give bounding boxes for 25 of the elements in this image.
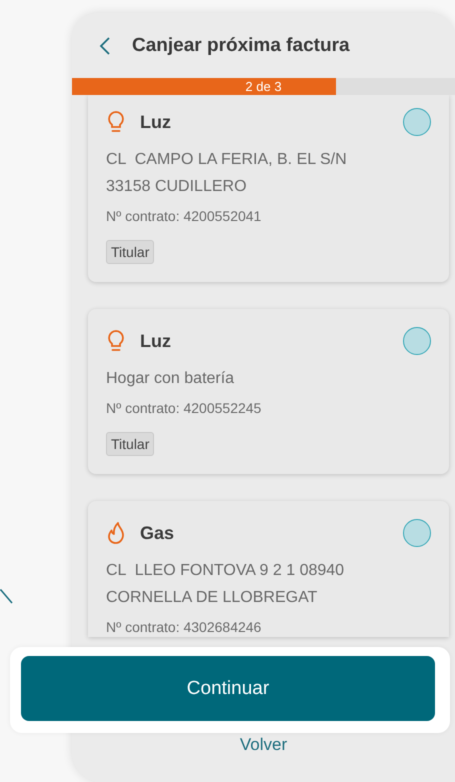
contract-number: Nº contrato: 4200552041 <box>106 207 262 226</box>
flame-icon <box>106 521 126 545</box>
lightbulb-icon <box>106 110 126 134</box>
address-text: CL LLEO FONTOVA 9 2 1 08940 CORNELLA DE LLOBREGAT <box>106 561 346 608</box>
back-link[interactable]: Volver <box>240 735 288 757</box>
holder-tag: Titular <box>106 432 154 456</box>
radio-button[interactable] <box>403 108 431 136</box>
continue-button[interactable]: Continuar <box>21 656 435 721</box>
address-text: Hogar con batería <box>106 369 236 389</box>
contract-card[interactable]: Gas CL LLEO FONTOVA 9 2 1 08940 CORNELLA DE LLOBREGAT Nº contrato: 4302684246 <box>88 501 449 637</box>
contract-number: Nº contrato: 4200552245 <box>106 399 262 418</box>
supply-title: Luz <box>140 112 172 132</box>
supply-title: Luz <box>140 330 172 352</box>
contract-number: Nº contrato: 4302684246 <box>106 618 262 637</box>
holder-tag: Titular <box>106 240 154 264</box>
diagonal-line <box>0 589 13 604</box>
lightbulb-icon <box>106 329 126 353</box>
radio-button[interactable] <box>403 519 431 547</box>
step-label: 2 de 3 <box>245 78 282 95</box>
supply-title: Gas <box>140 522 176 544</box>
address-text: CL CAMPO LA FERIA, B. EL S/N 33158 CUDILLERO <box>106 150 348 197</box>
screen-title: Canjear próxima factura <box>132 34 350 56</box>
contract-card[interactable]: Luz CL CAMPO LA FERIA, B. EL S/N 33158 CUDILLERO Nº contrato: 4200552041 Titular <box>88 95 449 282</box>
contract-card[interactable]: Luz Hogar con batería Nº contrato: 4200552245 Titular <box>88 309 449 474</box>
radio-button[interactable] <box>403 327 431 355</box>
